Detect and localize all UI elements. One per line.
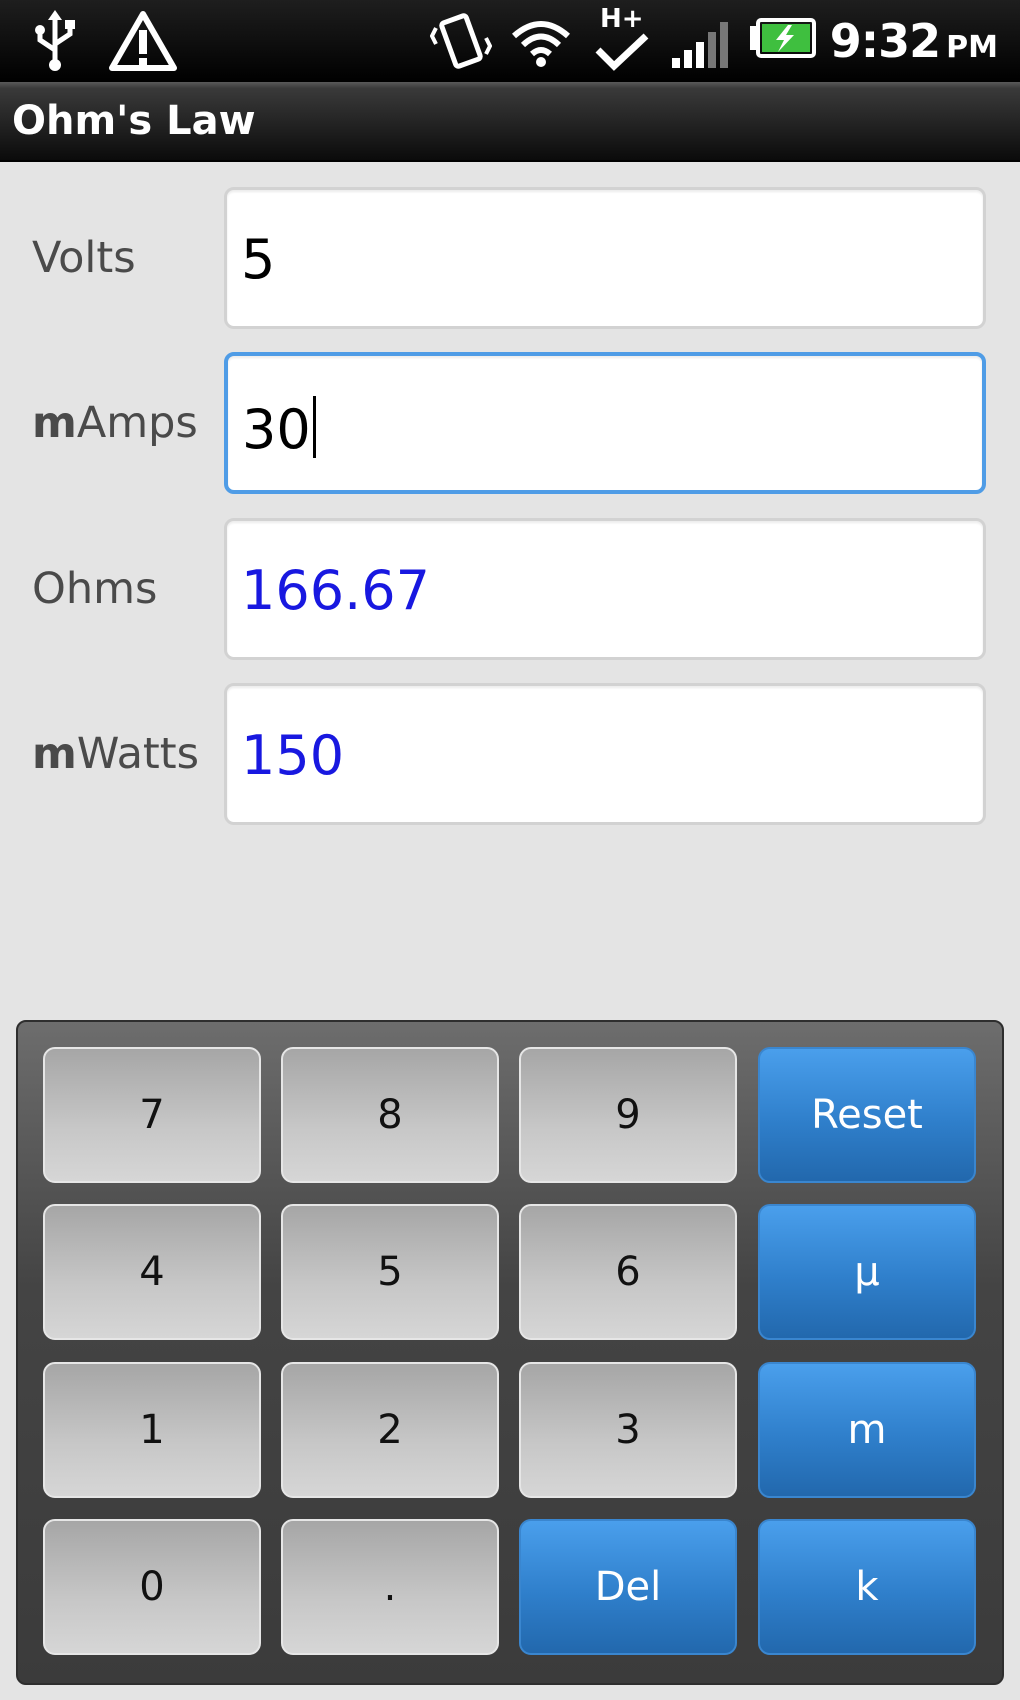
mwatts-value: 150 — [241, 724, 345, 787]
volts-label: Volts — [32, 233, 136, 283]
ohms-value: 166.67 — [241, 559, 430, 622]
volts-value: 5 — [241, 228, 276, 291]
key-4[interactable]: 4 — [43, 1204, 261, 1340]
key-6[interactable]: 6 — [519, 1204, 737, 1340]
key-5[interactable]: 5 — [281, 1204, 499, 1340]
key-9[interactable]: 9 — [519, 1047, 737, 1183]
status-ampm: PM — [946, 30, 998, 65]
mwatts-label-prefix: m — [32, 729, 77, 779]
kilo-prefix-button[interactable]: k — [758, 1519, 976, 1655]
key-8[interactable]: 8 — [281, 1047, 499, 1183]
mwatts-field[interactable]: 150 — [224, 683, 986, 825]
mamps-value-wrap: 30 — [242, 396, 316, 460]
key-1[interactable]: 1 — [43, 1362, 261, 1498]
title-bar: Ohm's Law — [0, 82, 1020, 162]
mwatts-label-text: Watts — [76, 729, 200, 779]
milli-prefix-button[interactable]: m — [758, 1362, 976, 1498]
volts-field[interactable]: 5 — [224, 187, 986, 329]
status-bar: H+ 9:32 PM — [0, 0, 1020, 82]
status-time-value: 9:32 — [829, 14, 941, 68]
key-3[interactable]: 3 — [519, 1362, 737, 1498]
hplus-sync-icon: H+ — [592, 4, 652, 72]
reset-button[interactable]: Reset — [758, 1047, 976, 1183]
micro-prefix-button[interactable]: µ — [758, 1204, 976, 1340]
mamps-value: 30 — [242, 398, 311, 461]
keypad: 7 8 9 Reset 4 5 6 µ 1 2 3 m 0 . Del k — [16, 1020, 1004, 1685]
key-decimal[interactable]: . — [281, 1519, 499, 1655]
ohms-field[interactable]: 166.67 — [224, 518, 986, 660]
mamps-label-text: Amps — [76, 398, 198, 448]
key-2[interactable]: 2 — [281, 1362, 499, 1498]
wifi-icon — [512, 21, 570, 67]
mwatts-label: mWatts — [32, 729, 199, 779]
signal-icon — [672, 22, 728, 68]
mamps-label: mAmps — [32, 398, 198, 448]
vibrate-icon — [430, 13, 492, 69]
key-7[interactable]: 7 — [43, 1047, 261, 1183]
status-time: 9:32 PM — [830, 8, 998, 81]
delete-button[interactable]: Del — [519, 1519, 737, 1655]
warning-icon — [109, 11, 177, 71]
ohms-label: Ohms — [32, 564, 157, 614]
mamps-field[interactable]: 30 — [224, 352, 986, 494]
hplus-label: H+ — [600, 4, 644, 34]
text-caret — [312, 396, 316, 458]
volts-label-text: Volts — [32, 233, 136, 283]
usb-icon — [35, 10, 75, 71]
key-0[interactable]: 0 — [43, 1519, 261, 1655]
battery-charging-icon — [750, 18, 816, 58]
app-title: Ohm's Law — [12, 98, 256, 144]
ohms-label-text: Ohms — [32, 564, 158, 614]
mamps-label-prefix: m — [32, 398, 77, 448]
